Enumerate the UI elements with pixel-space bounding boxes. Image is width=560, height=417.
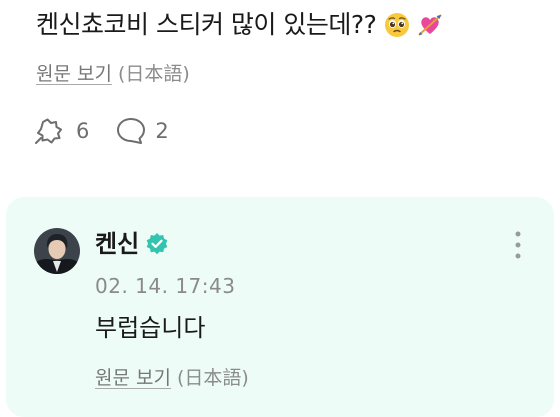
comment-bubble-icon — [117, 118, 146, 144]
post-body: 켄신쵸코비 스티커 많이 있는데?? — [36, 10, 377, 39]
verified-badge-icon — [146, 233, 168, 255]
post-actions: 6 2 — [34, 116, 195, 146]
more-options-icon[interactable] — [508, 228, 528, 264]
post-original-language: (日本語) — [117, 63, 190, 85]
comment-author: 켄신 — [95, 228, 169, 260]
avatar-image — [34, 228, 80, 274]
heart-with-arrow-icon — [418, 14, 442, 36]
comment-original-language: (日本語) — [176, 367, 249, 389]
comment-timestamp: 02. 14. 17:43 — [95, 274, 236, 298]
post-text: 켄신쵸코비 스티커 많이 있는데?? — [36, 6, 443, 44]
like-count: 6 — [76, 119, 90, 143]
author-name[interactable]: 켄신 — [95, 228, 139, 260]
comment-count: 2 — [155, 119, 169, 143]
like-sparkle-icon — [35, 118, 62, 144]
comment-body: 부럽습니다 — [95, 314, 206, 342]
comment-translate-row: 원문 보기 (日本語) — [95, 364, 249, 392]
like-button[interactable]: 6 — [34, 116, 89, 146]
pleading-face-icon — [384, 13, 409, 37]
post-translate-row: 원문 보기 (日本語) — [36, 60, 190, 88]
avatar[interactable] — [34, 228, 80, 274]
comment-card — [6, 197, 554, 417]
comment-view-original-link[interactable]: 원문 보기 — [95, 367, 171, 389]
comment-button[interactable]: 2 — [115, 116, 169, 146]
post-view-original-link[interactable]: 원문 보기 — [36, 63, 112, 85]
